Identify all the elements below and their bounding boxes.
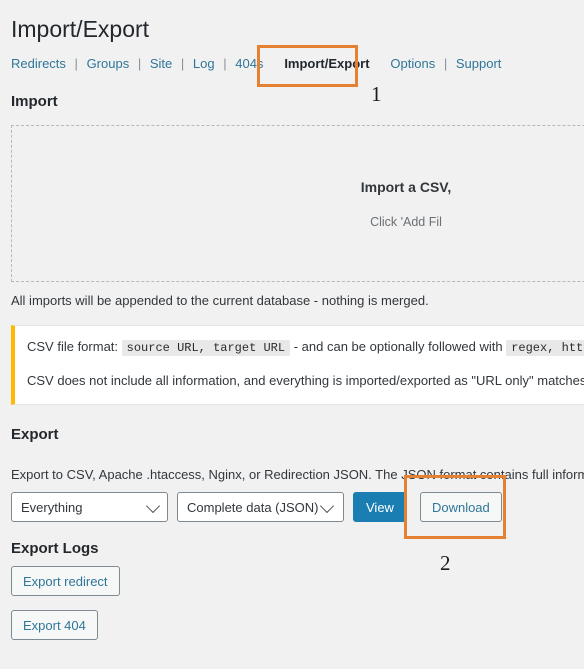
subnav-link-site[interactable]: Site	[150, 56, 172, 71]
export-logs-buttons: Export redirect Export 404	[11, 566, 120, 654]
csv-format-middle: - and can be optionally followed with	[293, 339, 503, 354]
subnav-link-groups[interactable]: Groups	[87, 56, 130, 71]
export-scope-value: Everything	[21, 499, 83, 515]
annotation-marker-2: 2	[440, 551, 451, 575]
export-format-select[interactable]: Complete data (JSON)	[177, 492, 344, 522]
csv-format-code-regex: regex, htt	[506, 340, 584, 356]
subnav-link-redirects[interactable]: Redirects	[11, 56, 66, 71]
subnav-item-groups[interactable]: Groups	[87, 56, 130, 71]
subnav-separator: |	[137, 55, 142, 71]
import-note: All imports will be appended to the curr…	[11, 293, 429, 308]
subnav-item-options[interactable]: Options	[390, 56, 435, 71]
export-logs-section-title: Export Logs	[11, 540, 99, 557]
csv-format-notice: CSV file format: source URL, target URL …	[11, 325, 584, 405]
csv-format-code-source-target: source URL, target URL	[121, 340, 291, 356]
export-section-title: Export	[11, 426, 59, 443]
subnav-item-404s[interactable]: 404s	[235, 56, 263, 71]
subnav-item-site[interactable]: Site	[150, 56, 172, 71]
export-format-value: Complete data (JSON)	[187, 499, 319, 515]
subnav-separator: |	[223, 55, 227, 71]
export-note: Export to CSV, Apache .htaccess, Nginx, …	[11, 467, 584, 482]
csv-limitation-line: CSV does not include all information, an…	[27, 373, 584, 389]
csv-format-prefix: CSV file format:	[27, 339, 119, 354]
page-viewport: Import/Export Redirects | Groups | Site …	[0, 0, 584, 669]
admin-page-canvas: Import/Export Redirects | Groups | Site …	[0, 0, 584, 640]
import-dropzone[interactable]: Import a CSV, Click 'Add Fil	[11, 125, 584, 282]
export-redirect-button[interactable]: Export redirect	[11, 566, 120, 596]
subnav-separator	[373, 56, 387, 71]
subnav-separator: |	[180, 55, 185, 71]
subnav: Redirects | Groups | Site | Log | 404s I…	[11, 44, 584, 87]
subnav-separator	[267, 56, 281, 71]
chevron-down-icon	[145, 498, 161, 514]
subnav-link-404s[interactable]: 404s	[235, 56, 263, 71]
dropzone-subtitle: Click 'Add Fil	[370, 214, 442, 229]
export-controls-row: Everything Complete data (JSON) View Dow…	[11, 492, 502, 522]
subnav-link-options[interactable]: Options	[390, 56, 435, 71]
subnav-item-log[interactable]: Log	[193, 56, 215, 71]
view-button[interactable]: View	[353, 492, 407, 522]
download-button[interactable]: Download	[419, 492, 502, 522]
export-scope-select[interactable]: Everything	[11, 492, 168, 522]
import-section-title: Import	[11, 93, 58, 110]
subnav-separator: |	[74, 55, 78, 71]
export-404-button[interactable]: Export 404	[11, 610, 98, 640]
subnav-item-import-export[interactable]: Import/Export	[284, 56, 369, 71]
subnav-link-log[interactable]: Log	[193, 56, 215, 71]
subnav-item-redirects[interactable]: Redirects	[11, 56, 66, 71]
annotation-marker-1: 1	[371, 82, 382, 106]
csv-format-line: CSV file format: source URL, target URL …	[27, 337, 584, 358]
subnav-link-support[interactable]: Support	[456, 56, 502, 71]
subnav-separator: |	[443, 55, 448, 71]
page-title: Import/Export	[11, 16, 150, 42]
dropzone-title: Import a CSV,	[360, 178, 452, 195]
chevron-down-icon	[319, 498, 335, 514]
subnav-item-support[interactable]: Support	[456, 56, 502, 71]
